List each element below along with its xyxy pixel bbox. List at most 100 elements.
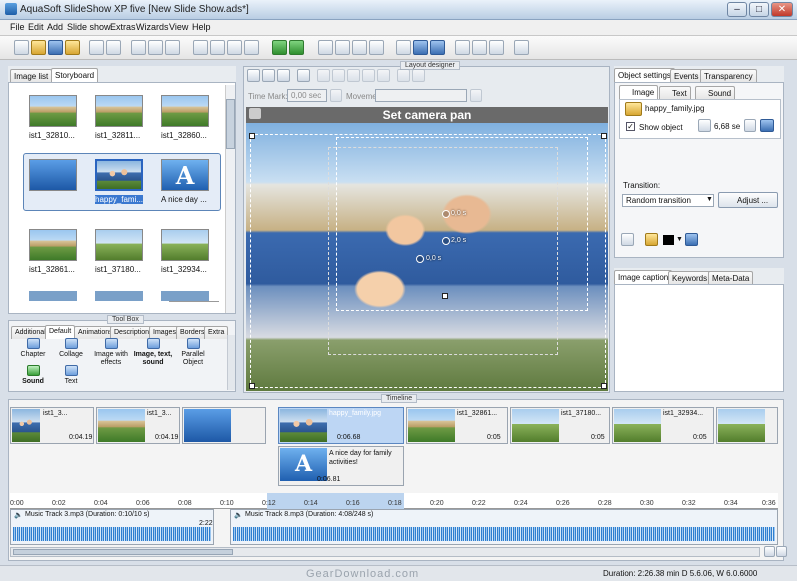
tab-storyboard[interactable]: Storyboard [51, 68, 99, 82]
color-dropdown-icon[interactable]: ▼ [676, 236, 683, 243]
timeline-zoom-out-icon[interactable] [776, 546, 787, 557]
paste-icon[interactable] [227, 40, 242, 55]
storyboard-thumb[interactable] [161, 95, 209, 127]
chevron-down-icon[interactable]: ▼ [706, 196, 713, 203]
print-icon[interactable] [89, 40, 104, 55]
storyboard-thumb[interactable] [95, 229, 143, 261]
tab-image-list[interactable]: Image list [10, 69, 53, 82]
tab-keywords[interactable]: Keywords [668, 271, 712, 284]
storyboard-thumb[interactable] [161, 229, 209, 261]
text-thumb[interactable]: A [161, 159, 209, 191]
movement-select[interactable] [375, 89, 467, 102]
zoom-slider[interactable] [169, 301, 219, 311]
tab-image-caption[interactable]: Image caption [614, 270, 673, 284]
toolbox-scrollbar[interactable] [227, 335, 235, 390]
tab-transparency[interactable]: Transparency [700, 69, 757, 82]
timeline-clip-selected[interactable]: happy_family.jpg 0:06.68 [278, 407, 404, 444]
time-mark-spin[interactable] [330, 89, 342, 102]
options-icon[interactable] [472, 40, 487, 55]
timeline-clip[interactable]: ist1_32934... 0:05 [612, 407, 714, 444]
tool-image-text-sound[interactable]: Image, text, sound [131, 338, 175, 367]
tool-image-with-effects[interactable]: Image with effects [89, 338, 133, 367]
burn-dvd-icon[interactable] [430, 40, 445, 55]
add-images-icon[interactable] [131, 40, 146, 55]
transition-select[interactable]: Random transition [622, 194, 714, 207]
caption-text-area[interactable] [614, 284, 784, 392]
storyboard-scrollbar[interactable] [225, 85, 235, 313]
paint-icon[interactable] [645, 233, 658, 246]
align-bottom-icon[interactable] [377, 69, 390, 82]
audio-track[interactable]: 🔈 Music Track 8.mp3 (Duration: 4:08/248 … [230, 509, 778, 545]
open-icon[interactable] [31, 40, 46, 55]
resize-handle[interactable] [249, 133, 255, 139]
subtab-text[interactable]: Text [659, 86, 691, 99]
list-icon[interactable] [165, 40, 180, 55]
storyboard-thumb[interactable] [29, 229, 77, 261]
resize-handle[interactable] [601, 133, 607, 139]
subtab-sound[interactable]: Sound [695, 86, 736, 99]
align-right-icon[interactable] [347, 69, 360, 82]
menu-slide-show[interactable]: Slide show [67, 22, 111, 32]
menu-view[interactable]: View [169, 22, 188, 32]
align-left-icon[interactable] [317, 69, 330, 82]
delete-icon[interactable] [244, 40, 259, 55]
menu-add[interactable]: Add [47, 22, 63, 32]
resize-handle[interactable] [601, 383, 607, 389]
menu-edit[interactable]: Edit [28, 22, 44, 32]
pan-keyframe[interactable] [442, 210, 450, 218]
pan-keyframe[interactable] [416, 255, 424, 263]
duration-value[interactable]: 6,68 se [714, 122, 740, 131]
burn-cd-icon[interactable] [413, 40, 428, 55]
maximize-button[interactable]: □ [749, 2, 769, 17]
info-icon[interactable] [489, 40, 504, 55]
export-icon[interactable] [369, 40, 384, 55]
timeline-clip[interactable] [716, 407, 778, 444]
preview-icon[interactable] [318, 40, 333, 55]
text-style-icon[interactable] [685, 233, 698, 246]
pan-keyframe[interactable] [442, 237, 450, 245]
copy-icon[interactable] [210, 40, 225, 55]
properties-icon[interactable] [106, 40, 121, 55]
add-folder-icon[interactable] [148, 40, 163, 55]
tab-events[interactable]: Events [670, 69, 703, 82]
timeline-text-clip[interactable]: A A nice day for family activities! 0:06… [278, 446, 404, 486]
tab-default[interactable]: Default [45, 325, 76, 339]
zoom-in-icon[interactable] [247, 69, 260, 82]
timeline-collage-clip[interactable] [182, 407, 266, 444]
time-mark-field[interactable]: 0,00 sec [287, 89, 327, 102]
color-swatch[interactable] [663, 235, 674, 245]
show-object-checkbox[interactable]: ✓ [626, 122, 635, 131]
align-top-icon[interactable] [362, 69, 375, 82]
timeline-clip[interactable]: ist1_3... 0:04.19 [96, 407, 180, 444]
menu-extras[interactable]: Extras [110, 22, 136, 32]
tool-text[interactable]: Text [49, 365, 93, 386]
storyboard-thumb[interactable] [29, 95, 77, 127]
menu-wizards[interactable]: Wizards [136, 22, 169, 32]
tool-parallel-object[interactable]: Parallel Object [171, 338, 215, 367]
tab-meta-data[interactable]: Meta-Data [708, 271, 754, 284]
align-center-icon[interactable] [332, 69, 345, 82]
timeline-clip[interactable]: ist1_3... 0:04.19 [10, 407, 94, 444]
resize-handle[interactable] [442, 293, 448, 299]
image-edit-icon[interactable] [760, 119, 774, 132]
video-wizard-icon[interactable] [396, 40, 411, 55]
movement-apply-icon[interactable] [470, 89, 482, 102]
audio-track[interactable]: 🔈 Music Track 3.mp3 (Duration: 0:10/10 s… [10, 509, 214, 545]
timeline-zoom-in-icon[interactable] [764, 546, 775, 557]
cut-icon[interactable] [193, 40, 208, 55]
menu-file[interactable]: File [10, 22, 25, 32]
new-icon[interactable] [14, 40, 29, 55]
save-icon[interactable] [48, 40, 63, 55]
storyboard-thumb-selected[interactable] [95, 159, 143, 191]
slide-canvas[interactable]: Set camera pan 0,0 s 2,0 s 0,0 s [246, 107, 608, 391]
adjust-button[interactable]: Adjust ... [718, 192, 778, 208]
send-back-icon[interactable] [412, 69, 425, 82]
close-button[interactable]: ✕ [771, 2, 793, 17]
play-from-here-icon[interactable] [289, 40, 304, 55]
play-icon[interactable] [272, 40, 287, 55]
camera-end-rect[interactable] [328, 147, 558, 355]
grid-toggle-icon[interactable] [297, 69, 310, 82]
zoom-fit-icon[interactable] [277, 69, 290, 82]
timeline-clip[interactable]: ist1_32861... 0:05 [406, 407, 508, 444]
binoculars-icon[interactable] [514, 40, 529, 55]
